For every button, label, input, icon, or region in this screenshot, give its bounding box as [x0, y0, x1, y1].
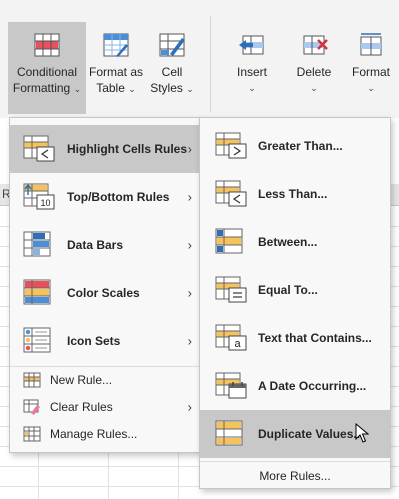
data-bars-icon: [23, 231, 57, 259]
format-as-table-label-2-text: Table: [96, 81, 125, 95]
chevron-right-icon: ›: [187, 237, 192, 253]
date-occurring-icon: [215, 372, 249, 400]
conditional-formatting-icon: [33, 32, 61, 58]
chevron-down-icon: ⌄: [186, 84, 194, 94]
new-rule-icon: [23, 372, 41, 388]
chevron-right-icon: ›: [187, 399, 192, 415]
menu-item-label: Color Scales: [67, 286, 140, 300]
greater-than-icon: [215, 132, 249, 160]
chevron-down-icon: ⌄: [128, 84, 136, 94]
menu-item-label: Text that Contains...: [258, 331, 372, 345]
conditional-formatting-button[interactable]: Conditional Formatting ⌄: [8, 22, 86, 114]
menu-item-label: Equal To...: [258, 283, 318, 297]
mouse-pointer-icon: [355, 423, 369, 443]
menu-item-highlight-cells-rules[interactable]: Highlight Cells Rules ›: [10, 125, 200, 173]
format-as-table-icon: [102, 32, 130, 58]
menu-item-label: Greater Than...: [258, 139, 343, 153]
menu-item-label: Icon Sets: [67, 334, 121, 348]
top-bottom-rules-icon: 10: [23, 183, 57, 211]
chevron-down-icon: ⌄: [73, 84, 82, 94]
cell-styles-button[interactable]: Cell Styles ⌄: [146, 22, 198, 114]
chevron-down-icon: ⌄: [248, 83, 256, 93]
ribbon: Conditional Formatting ⌄ Format as Table…: [0, 0, 399, 118]
delete-cells-icon: [300, 32, 328, 58]
conditional-formatting-menu: Highlight Cells Rules › 10 Top/Bottom Ru…: [9, 117, 201, 453]
menu-item-manage-rules[interactable]: Manage Rules...: [10, 422, 200, 446]
menu-item-top-bottom-rules[interactable]: 10 Top/Bottom Rules ›: [10, 173, 200, 221]
submenu-item-equal-to[interactable]: Equal To...: [200, 266, 390, 314]
ten-badge: 10: [40, 198, 50, 208]
menu-item-icon-sets[interactable]: Icon Sets ›: [10, 317, 200, 365]
chevron-right-icon: ›: [187, 141, 192, 157]
format-cells-icon: [357, 32, 385, 58]
cell-styles-icon: [158, 32, 186, 58]
text-contains-icon: a: [215, 324, 249, 352]
chevron-right-icon: ›: [187, 189, 192, 205]
delete-label: Delete: [296, 65, 332, 79]
more-rules-item[interactable]: More Rules...: [200, 462, 390, 490]
a-badge: a: [234, 338, 241, 350]
delete-button[interactable]: Delete ⌄: [286, 22, 342, 114]
menu-item-label: New Rule...: [50, 373, 113, 387]
conditional-formatting-label-2: Formatting ⌄: [8, 80, 86, 97]
cell-styles-label-1: Cell: [161, 65, 183, 79]
cell-styles-label-2-text: Styles: [150, 81, 183, 95]
format-button[interactable]: Format ⌄: [346, 22, 396, 114]
insert-label: Insert: [236, 65, 267, 79]
chevron-right-icon: ›: [187, 285, 192, 301]
menu-item-clear-rules[interactable]: Clear Rules ›: [10, 395, 200, 419]
icon-sets-icon: [23, 327, 57, 355]
cell-styles-label-2: Styles ⌄: [146, 80, 198, 97]
chevron-down-icon: ⌄: [367, 83, 375, 93]
conditional-formatting-label-2-text: Formatting: [12, 81, 71, 95]
menu-item-label: Duplicate Values...: [258, 427, 364, 441]
format-as-table-button[interactable]: Format as Table ⌄: [88, 22, 144, 114]
between-icon: [215, 228, 249, 256]
chevron-right-icon: ›: [187, 333, 192, 349]
submenu-item-text-that-contains[interactable]: a Text that Contains...: [200, 314, 390, 362]
highlight-cells-rules-icon: [23, 135, 57, 163]
color-scales-icon: [23, 279, 57, 307]
menu-item-data-bars[interactable]: Data Bars ›: [10, 221, 200, 269]
menu-item-label: Data Bars: [67, 238, 124, 252]
submenu-item-between[interactable]: Between...: [200, 218, 390, 266]
ribbon-group-divider: [210, 16, 211, 112]
less-than-icon: [215, 180, 249, 208]
menu-item-label: Clear Rules: [50, 400, 113, 414]
submenu-item-less-than[interactable]: Less Than...: [200, 170, 390, 218]
submenu-item-greater-than[interactable]: Greater Than...: [200, 122, 390, 170]
insert-cells-icon: [238, 32, 266, 58]
menu-item-new-rule[interactable]: New Rule...: [10, 368, 200, 392]
menu-item-label: Highlight Cells Rules: [67, 142, 188, 156]
menu-item-label: Manage Rules...: [50, 427, 138, 441]
menu-item-label: Less Than...: [258, 187, 328, 201]
format-label: Format: [351, 65, 390, 79]
conditional-formatting-label-1: Conditional: [16, 65, 78, 79]
submenu-item-date-occurring[interactable]: A Date Occurring...: [200, 362, 390, 410]
more-rules-label: More Rules...: [259, 469, 331, 483]
manage-rules-icon: [23, 426, 41, 442]
menu-item-label: A Date Occurring...: [258, 379, 367, 393]
format-as-table-label-1: Format as: [88, 65, 143, 79]
insert-button[interactable]: Insert ⌄: [224, 22, 280, 114]
menu-item-label: Top/Bottom Rules: [67, 190, 170, 204]
menu-separator: [10, 366, 200, 367]
menu-item-label: Between...: [258, 235, 318, 249]
equal-to-icon: [215, 276, 249, 304]
chevron-down-icon: ⌄: [310, 83, 318, 93]
format-as-table-label-2: Table ⌄: [88, 80, 144, 97]
menu-item-color-scales[interactable]: Color Scales ›: [10, 269, 200, 317]
duplicate-values-icon: [215, 420, 249, 448]
clear-rules-icon: [23, 399, 41, 415]
